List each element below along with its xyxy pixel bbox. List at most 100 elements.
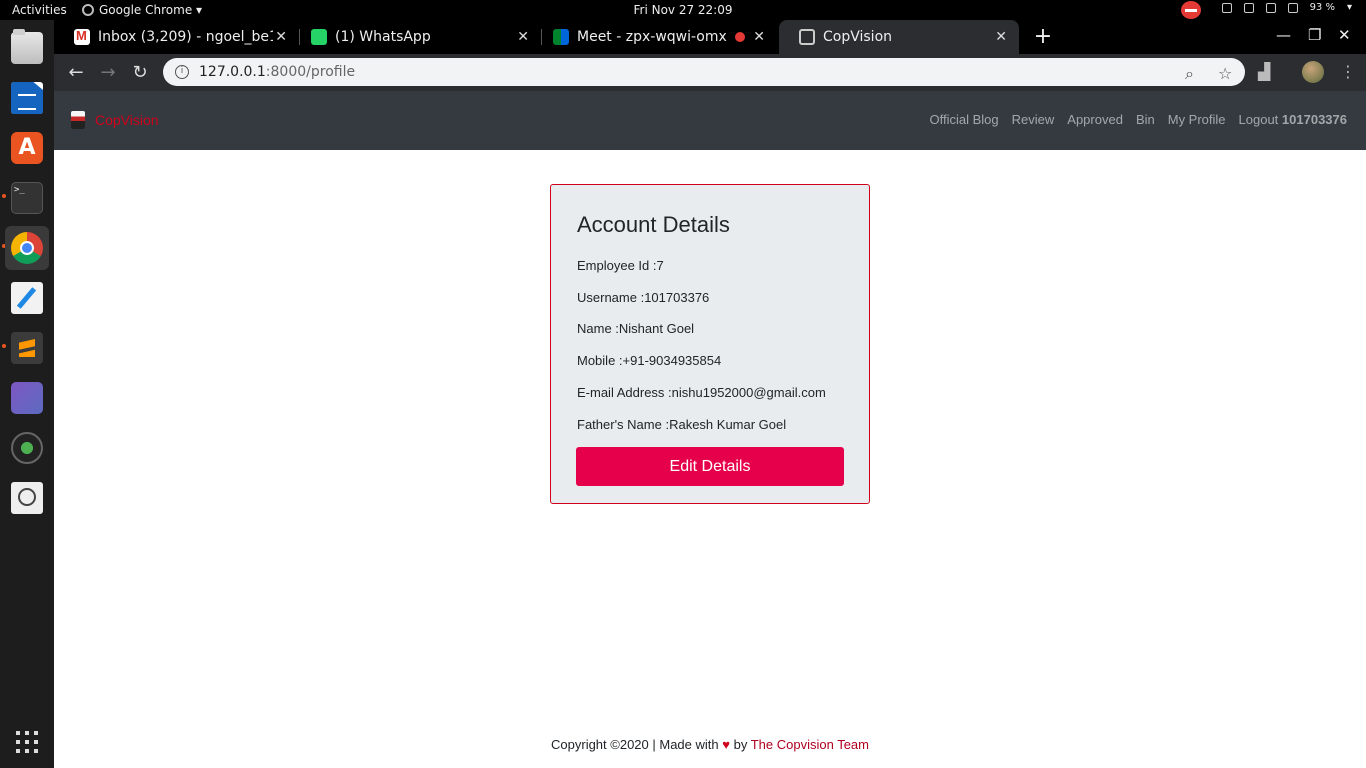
browser-toolbar: ← → ↻ i 127.0.0.1:8000/profile ⌕ ☆ ▟ ⋮ — [54, 54, 1366, 91]
close-icon[interactable]: ✕ — [517, 29, 529, 45]
battery-percent: 93 % — [1309, 2, 1335, 13]
tab-gmail[interactable]: Inbox (3,209) - ngoel_be17 ✕ — [54, 20, 299, 54]
heart-icon: ♥ — [722, 737, 730, 752]
field-value: Rakesh Kumar Goel — [669, 417, 787, 432]
system-top-bar: Activities Google Chrome ▾ Fri Nov 27 22… — [0, 0, 1366, 20]
tab-copvision[interactable]: CopVision ✕ — [779, 20, 1019, 54]
logged-in-user: 101703376 — [1281, 112, 1347, 127]
extension-icon[interactable]: ▟ — [1258, 62, 1270, 81]
new-tab-button[interactable]: + — [1030, 24, 1056, 50]
tab-title: CopVision — [823, 29, 893, 45]
minimize-icon[interactable]: — — [1276, 26, 1291, 44]
forward-icon[interactable]: → — [95, 60, 121, 86]
zoom-icon[interactable]: ⌕ — [1185, 64, 1194, 84]
bookmark-star-icon[interactable]: ☆ — [1218, 64, 1232, 83]
folder-icon — [11, 29, 43, 64]
app-grid-icon — [16, 731, 38, 753]
clock[interactable]: Fri Nov 27 22:09 — [0, 3, 1366, 17]
field-mobile: Mobile :+91-9034935854 — [577, 353, 721, 368]
url-host: 127.0.0.1 — [199, 64, 266, 80]
search-launcher[interactable] — [5, 476, 49, 520]
tab-whatsapp[interactable]: (1) WhatsApp ✕ — [291, 20, 541, 54]
field-employee-id: Employee Id :7 — [577, 258, 664, 273]
tab-title: Meet - zpx-wqwi-omx — [577, 29, 727, 45]
terminal-launcher[interactable]: >_ — [5, 176, 49, 220]
nav-official-blog[interactable]: Official Blog — [930, 112, 999, 127]
chevron-down-icon: ▾ — [1346, 2, 1352, 13]
globe-icon — [799, 29, 815, 45]
reload-icon[interactable]: ↻ — [127, 60, 153, 86]
system-tray[interactable]: 93 % ▾ — [1221, 2, 1352, 13]
dock: A >_ — [0, 20, 54, 768]
nav-review[interactable]: Review — [1012, 112, 1055, 127]
footer-team-link[interactable]: The Copvision Team — [751, 737, 869, 752]
nav-approved[interactable]: Approved — [1067, 112, 1123, 127]
field-label: E-mail Address : — [577, 385, 672, 400]
field-value: 7 — [656, 258, 664, 273]
gmail-icon — [74, 28, 90, 45]
meet-icon — [553, 29, 569, 45]
whatsapp-icon — [311, 29, 327, 45]
tab-title: Inbox (3,209) - ngoel_be17 — [98, 29, 273, 45]
files-launcher[interactable] — [5, 26, 49, 70]
activities-button[interactable]: Activities — [12, 3, 67, 17]
writer-launcher[interactable] — [5, 76, 49, 120]
close-icon[interactable]: ✕ — [995, 29, 1007, 45]
field-email: E-mail Address :nishu1952000@gmail.com — [577, 385, 826, 400]
field-name: Name :Nishant Goel — [577, 321, 694, 336]
document-icon — [11, 82, 43, 114]
chrome-small-icon — [82, 4, 94, 16]
window-close-icon[interactable]: ✕ — [1338, 26, 1351, 44]
card-title: Account Details — [577, 212, 730, 237]
site-info-icon[interactable]: i — [175, 65, 189, 79]
logout-label: Logout — [1238, 112, 1279, 127]
footer-by: by — [733, 737, 748, 752]
close-icon[interactable]: ✕ — [275, 29, 287, 45]
field-value: nishu1952000@gmail.com — [671, 385, 826, 400]
field-label: Employee Id : — [577, 258, 657, 273]
tab-title: (1) WhatsApp — [335, 29, 431, 45]
field-value: Nishant Goel — [618, 321, 695, 336]
app-menu-label: Google Chrome ▾ — [99, 3, 203, 17]
text-editor-launcher[interactable] — [5, 276, 49, 320]
address-bar[interactable]: i 127.0.0.1:8000/profile ⌕ ☆ — [163, 58, 1245, 86]
tab-strip: Inbox (3,209) - ngoel_be17 ✕ (1) WhatsAp… — [54, 20, 1366, 54]
brand-name: CopVision — [95, 112, 159, 128]
field-value: 101703376 — [644, 290, 710, 305]
nav-bin[interactable]: Bin — [1136, 112, 1155, 127]
nav-logout[interactable]: Logout 101703376 — [1239, 112, 1347, 127]
copvision-logo-icon — [71, 111, 85, 129]
app-menu[interactable]: Google Chrome ▾ — [82, 3, 202, 17]
edit-details-button[interactable]: Edit Details — [576, 447, 844, 486]
network-app-launcher[interactable] — [5, 376, 49, 420]
show-applications-button[interactable] — [5, 720, 49, 764]
network-icon — [1221, 2, 1232, 13]
battery-icon — [1287, 2, 1298, 13]
do-not-disturb-icon[interactable] — [1181, 1, 1201, 19]
nav-my-profile[interactable]: My Profile — [1168, 112, 1226, 127]
back-icon[interactable]: ← — [63, 60, 89, 86]
camera-launcher[interactable] — [5, 426, 49, 470]
camera-icon — [11, 432, 43, 464]
tab-meet[interactable]: Meet - zpx-wqwi-omx ✕ — [533, 20, 777, 54]
site-footer: Copyright ©2020 | Made with ♥ by The Cop… — [54, 737, 1366, 752]
magnifier-icon — [11, 482, 43, 514]
terminal-icon: >_ — [11, 182, 43, 214]
web-page: CopVision Official Blog Review Approved … — [54, 91, 1366, 768]
chrome-launcher[interactable] — [5, 226, 49, 270]
close-icon[interactable]: ✕ — [753, 29, 765, 45]
brand-link[interactable]: CopVision — [71, 111, 159, 129]
field-label: Mobile : — [577, 353, 623, 368]
url-path: :8000/profile — [265, 64, 356, 80]
software-launcher[interactable]: A — [5, 126, 49, 170]
sublime-launcher[interactable] — [5, 326, 49, 370]
nav-links: Official Blog Review Approved Bin My Pro… — [930, 112, 1347, 127]
network-app-icon — [11, 382, 43, 414]
field-label: Username : — [577, 290, 645, 305]
sublime-text-icon — [11, 332, 43, 364]
account-details-card: Account Details Employee Id :7 Username … — [550, 184, 870, 504]
profile-avatar[interactable] — [1302, 61, 1324, 83]
kebab-menu-icon[interactable]: ⋮ — [1340, 62, 1356, 81]
maximize-icon[interactable]: ❐ — [1308, 26, 1321, 44]
volume-icon — [1265, 2, 1276, 13]
